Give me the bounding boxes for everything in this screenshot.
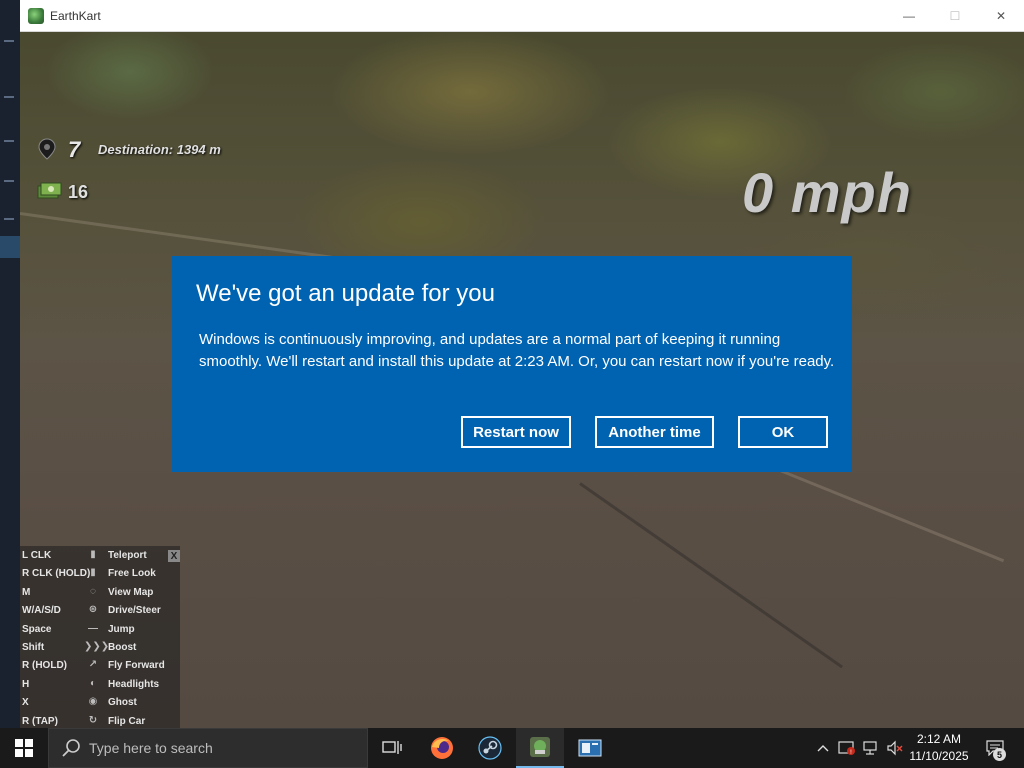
window-title: EarthKart [50,8,101,23]
cash-count: 16 [68,182,89,202]
tray-security[interactable]: ! [836,728,858,768]
clock-time: 2:12 AM [916,732,962,746]
help-key: L CLK [22,550,52,561]
help-key: X [22,697,29,709]
help-row: R (HOLD) ↗ Fly Forward [22,657,180,675]
help-key: W/A/S/D [22,605,61,617]
help-row: X ◉ Ghost [22,694,180,712]
minimize-button[interactable]: — [886,0,932,32]
help-row: Shift ❯❯❯ Boost [22,639,180,657]
location-pin-icon [38,138,56,160]
restart-now-button[interactable]: Restart now [461,416,571,448]
help-key: R CLK (HOLD) [22,568,91,580]
network-icon [863,741,877,755]
another-time-button[interactable]: Another time [595,416,714,448]
help-row: M ◌ View Map [22,584,180,602]
help-action: Drive/Steer [108,605,161,617]
help-action: Boost [108,642,137,653]
strip-selected [0,236,20,258]
strip-mark [4,40,14,42]
help-row: R CLK (HOLD) ▮ Free Look [22,565,180,583]
earthkart-icon [530,737,550,757]
power-line-shadow [579,482,843,669]
strip-mark [4,140,14,142]
help-key: Space [22,623,52,635]
destinations-remaining: 7 [68,137,81,162]
mouse-left-icon: ▮ [90,549,96,560]
boost-icon: ❯❯❯ [84,641,110,652]
background-window-strip [0,0,20,728]
dialog-body: Windows is continuously improving, and u… [199,331,835,370]
tray-network[interactable] [860,728,882,768]
taskbar-search-box[interactable]: Type here to search [48,728,368,768]
help-action: Headlights [108,678,160,690]
window-app-icon [578,739,602,757]
help-key: Shift [22,642,45,653]
help-action: Fly Forward [108,660,165,672]
headlights-icon: ◐ [89,677,97,689]
taskbar-earthkart[interactable] [516,728,564,768]
notification-center-button[interactable]: 5 [980,728,1010,768]
close-button[interactable]: ✕ [978,0,1024,32]
clock[interactable]: 2:12 AM 11/10/2025 [900,731,978,765]
help-row: H ◐ Headlights [22,676,180,694]
task-view-icon [382,741,402,754]
help-action: Jump [108,623,135,635]
taskbar-firefox[interactable] [418,728,466,768]
search-icon [62,739,80,757]
window-controls: — ☐ ✕ [886,0,1024,32]
help-action: View Map [108,586,154,598]
cash-icon [37,182,62,199]
ok-button[interactable]: OK [738,416,828,448]
taskbar-steam[interactable] [466,728,514,768]
help-key: R (TAP) [22,715,58,727]
help-action: Ghost [108,697,137,709]
strip-mark [4,96,14,98]
chevron-up-icon [817,745,829,752]
help-row: W/A/S/D ⊛ Drive/Steer [22,602,180,620]
help-action: Flip Car [108,715,146,727]
window-titlebar[interactable]: EarthKart — ☐ ✕ [20,0,1024,32]
taskbar: Type here to search ! 2:12 AM 11/10/2025… [0,728,1024,768]
fly-icon: ↗ [88,659,98,671]
clock-date: 11/10/2025 [909,749,969,763]
mouse-right-icon: ▮ [90,567,96,579]
help-action: Free Look [108,568,156,580]
jump-icon: — [88,622,98,634]
tray-overflow-button[interactable] [812,728,834,768]
help-key: R (HOLD) [22,660,67,672]
windows-logo-icon [15,739,33,757]
taskbar-app[interactable] [566,728,614,768]
destination-distance: Destination: 1394 m [98,142,221,157]
earthkart-app-icon [28,7,44,24]
strip-mark [4,180,14,182]
task-view-button[interactable] [368,728,416,768]
steering-icon: ⊛ [88,604,98,616]
help-action: Teleport [108,550,147,561]
start-button[interactable] [0,728,48,768]
firefox-icon [431,737,453,759]
update-dialog: We've got an update for you Windows is c… [172,256,852,472]
help-row: L CLK ▮ Teleport [22,547,180,565]
steam-icon [478,736,502,760]
map-icon: ◌ [90,585,96,597]
help-key: H [22,678,30,690]
help-row: Space — Jump [22,621,180,639]
flip-icon: ↻ [88,714,98,726]
dialog-title: We've got an update for you [196,280,496,307]
maximize-button[interactable]: ☐ [932,0,978,32]
security-warning-icon: ! [838,741,855,756]
speedometer: 0 mph [742,161,912,224]
notification-count-badge: 5 [993,748,1006,761]
ghost-icon: ◉ [88,696,98,708]
search-placeholder: Type here to search [89,740,213,756]
help-key: M [22,586,31,598]
strip-mark [4,218,14,220]
